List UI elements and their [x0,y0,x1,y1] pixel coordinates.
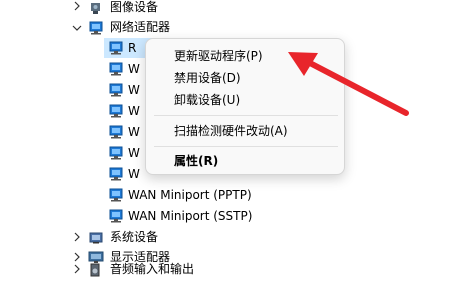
menu-item-properties[interactable]: 属性(R) [174,150,218,172]
tree-item-wan-sstp[interactable]: WAN Miniport (SSTP) [128,206,252,226]
network-adapter-icon [108,61,124,77]
speaker-icon [88,262,104,278]
context-menu: 更新驱动程序(P) 禁用设备(D) 卸载设备(U) 扫描检测硬件改动(A) 属性… [145,38,345,175]
menu-item-disable-device[interactable]: 禁用设备(D) [174,67,241,89]
tree-item-audio-io[interactable]: 音频输入和输出 [110,259,194,279]
tree-item-adapter[interactable]: W [128,143,140,163]
chevron-right-icon[interactable] [72,232,82,242]
network-adapter-icon [108,166,124,182]
menu-item-uninstall-device[interactable]: 卸载设备(U) [174,89,240,111]
chevron-right-icon[interactable] [72,1,82,11]
menu-separator [154,146,338,147]
chevron-right-icon[interactable] [72,252,82,262]
network-adapter-icon [108,40,124,56]
network-adapter-icon [88,20,104,36]
tree-item-adapter[interactable]: W [128,80,140,100]
network-adapter-icon [108,103,124,119]
tree-item-wan-pptp[interactable]: WAN Miniport (PPTP) [128,185,252,205]
tree-item-adapter[interactable]: W [128,101,140,121]
menu-separator [154,115,338,116]
menu-item-update-driver[interactable]: 更新驱动程序(P) [174,45,263,67]
tree-item-network-adapters[interactable]: 网络适配器 [110,17,170,37]
network-adapter-icon [108,145,124,161]
tree-item-system-devices[interactable]: 系统设备 [110,227,158,247]
camera-icon [88,0,104,16]
chevron-down-icon[interactable] [72,23,82,33]
tree-item-adapter[interactable]: W [128,122,140,142]
chip-icon [88,229,104,245]
menu-item-scan-hardware[interactable]: 扫描检测硬件改动(A) [174,120,288,142]
network-adapter-icon [108,124,124,140]
tree-item-adapter[interactable]: W [128,59,140,79]
network-adapter-icon [108,187,124,203]
network-adapter-icon [108,82,124,98]
tree-item-image-devices[interactable]: 图像设备 [110,0,158,17]
tree-item-adapter[interactable]: R [128,38,136,58]
tree-item-adapter[interactable]: W [128,164,140,184]
network-adapter-icon [108,208,124,224]
